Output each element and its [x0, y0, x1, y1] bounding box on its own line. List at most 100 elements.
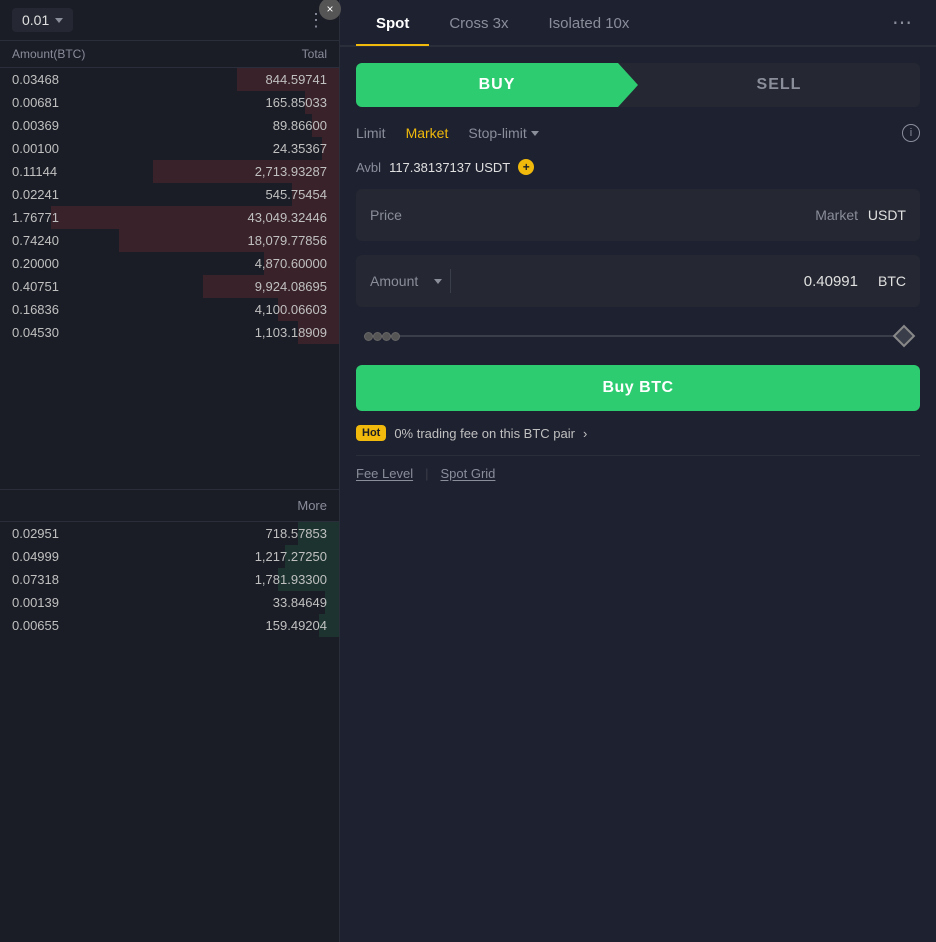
buy-order-row: 0.07318 1,781.93300 — [0, 568, 339, 591]
buy-order-row: 0.00655 159.49204 — [0, 614, 339, 637]
sell-total: 545.75454 — [266, 187, 327, 202]
buy-sell-toggle: BUY SELL — [356, 63, 920, 107]
amount-value: 0.40991 — [459, 273, 858, 290]
trade-panel: Spot Cross 3x Isolated 10x ⋯ BUY SELL Li… — [340, 0, 936, 942]
amount-currency: BTC — [866, 273, 906, 289]
price-label: Price — [370, 207, 430, 223]
sell-total: 1,103.18909 — [255, 325, 327, 340]
sell-order-row: 0.00681 165.85033 — [0, 91, 339, 114]
sell-amount: 0.03468 — [12, 72, 59, 87]
sell-amount: 0.00369 — [12, 118, 59, 133]
buy-btc-button[interactable]: Buy BTC — [356, 365, 920, 411]
sell-amount: 0.20000 — [12, 256, 59, 271]
hot-arrow-icon: › — [583, 426, 587, 441]
hot-text: 0% trading fee on this BTC pair — [394, 426, 575, 441]
sell-order-row: 0.04530 1,103.18909 — [0, 321, 339, 344]
sell-amount: 0.00681 — [12, 95, 59, 110]
amount-dropdown[interactable]: Amount — [370, 273, 442, 289]
sell-order-row: 0.40751 9,924.08695 — [0, 275, 339, 298]
buy-orders: 0.02951 718.57853 0.04999 1,217.27250 0.… — [0, 522, 339, 942]
buy-btc-label: Buy BTC — [602, 379, 673, 396]
fee-level-link[interactable]: Fee Level — [356, 466, 413, 481]
buy-order-row: 0.04999 1,217.27250 — [0, 545, 339, 568]
sell-order-row: 0.00100 24.35367 — [0, 137, 339, 160]
sell-total: 43,049.32446 — [247, 210, 327, 225]
trade-form: BUY SELL Limit Market Stop-limit i Avbl … — [340, 47, 936, 497]
add-funds-button[interactable]: + — [518, 159, 534, 175]
hot-promotion-row[interactable]: Hot 0% trading fee on this BTC pair › — [356, 425, 920, 441]
sell-total: 4,870.60000 — [255, 256, 327, 271]
slider-dots — [364, 328, 912, 344]
sell-total: 18,079.77856 — [247, 233, 327, 248]
stop-limit-chevron-icon — [531, 131, 539, 136]
sell-total: 165.85033 — [266, 95, 327, 110]
slider-handle[interactable] — [893, 325, 916, 348]
sell-amount: 0.00100 — [12, 141, 59, 156]
buy-button[interactable]: BUY — [356, 63, 638, 107]
slider-dot-50[interactable] — [382, 332, 391, 341]
price-market-text: Market — [438, 207, 858, 223]
buy-amount: 0.04999 — [12, 549, 59, 564]
sell-total: 89.86600 — [273, 118, 327, 133]
sell-order-row: 0.11144 2,713.93287 — [0, 160, 339, 183]
sell-total: 9,924.08695 — [255, 279, 327, 294]
info-icon[interactable]: i — [902, 124, 920, 142]
buy-total: 159.49204 — [266, 618, 327, 633]
hot-badge: Hot — [356, 425, 386, 441]
total-column-header: Total — [302, 47, 327, 61]
slider-dot-75[interactable] — [391, 332, 400, 341]
sell-orders: 0.03468 844.59741 0.00681 165.85033 0.00… — [0, 68, 339, 489]
order-type-tabs: Limit Market Stop-limit i — [356, 121, 920, 145]
order-book-header: 0.01 ⋮ — [0, 0, 339, 41]
sell-order-row: 0.00369 89.86600 — [0, 114, 339, 137]
tab-more-icon[interactable]: ⋯ — [884, 0, 920, 45]
slider-dot-25[interactable] — [373, 332, 382, 341]
amount-label: Amount — [370, 273, 430, 289]
sell-order-row: 0.02241 545.75454 — [0, 183, 339, 206]
avbl-label: Avbl — [356, 160, 381, 175]
slider-dot-0[interactable] — [364, 332, 373, 341]
buy-amount: 0.07318 — [12, 572, 59, 587]
tab-isolated[interactable]: Isolated 10x — [529, 1, 650, 46]
trade-tabs-bar: Spot Cross 3x Isolated 10x ⋯ — [340, 0, 936, 47]
sell-order-row: 0.20000 4,870.60000 — [0, 252, 339, 275]
sell-button[interactable]: SELL — [638, 63, 920, 107]
sell-amount: 0.40751 — [12, 279, 59, 294]
amount-chevron-icon — [434, 279, 442, 284]
buy-label: BUY — [479, 76, 516, 94]
tab-limit[interactable]: Limit — [356, 121, 386, 145]
amount-slider[interactable] — [356, 321, 920, 351]
tab-spot[interactable]: Spot — [356, 1, 429, 46]
fee-separator: | — [413, 466, 440, 481]
sell-order-row: 1.76771 43,049.32446 — [0, 206, 339, 229]
buy-order-row: 0.02951 718.57853 — [0, 522, 339, 545]
buy-amount: 0.00139 — [12, 595, 59, 610]
sell-amount: 0.74240 — [12, 233, 59, 248]
sell-order-row: 0.74240 18,079.77856 — [0, 229, 339, 252]
chevron-down-icon — [55, 18, 63, 23]
sell-amount: 0.11144 — [12, 164, 57, 179]
spot-grid-link[interactable]: Spot Grid — [440, 466, 495, 481]
tab-cross[interactable]: Cross 3x — [429, 1, 528, 46]
buy-order-row: 0.00139 33.84649 — [0, 591, 339, 614]
amount-field[interactable]: Amount 0.40991 BTC — [356, 255, 920, 307]
price-field[interactable]: Price Market USDT — [356, 189, 920, 241]
tab-market[interactable]: Market — [406, 121, 449, 145]
sell-order-row: 0.03468 844.59741 — [0, 68, 339, 91]
buy-total: 718.57853 — [266, 526, 327, 541]
tab-stop-limit[interactable]: Stop-limit — [468, 125, 538, 141]
field-divider — [450, 269, 451, 293]
buy-total: 1,217.27250 — [255, 549, 327, 564]
sell-label: SELL — [757, 76, 802, 94]
more-label[interactable]: More — [0, 489, 339, 522]
price-selector[interactable]: 0.01 — [12, 8, 73, 32]
fee-row: Fee Level | Spot Grid — [356, 455, 920, 481]
sell-order-row: 0.16836 4,100.06603 — [0, 298, 339, 321]
buy-total: 1,781.93300 — [255, 572, 327, 587]
order-book-panel: × 0.01 ⋮ Amount(BTC) Total 0.03468 844.5… — [0, 0, 340, 942]
buy-total: 33.84649 — [273, 595, 327, 610]
buy-amount: 0.00655 — [12, 618, 59, 633]
sell-total: 4,100.06603 — [255, 302, 327, 317]
sell-amount: 0.16836 — [12, 302, 59, 317]
sell-amount: 1.76771 — [12, 210, 59, 225]
